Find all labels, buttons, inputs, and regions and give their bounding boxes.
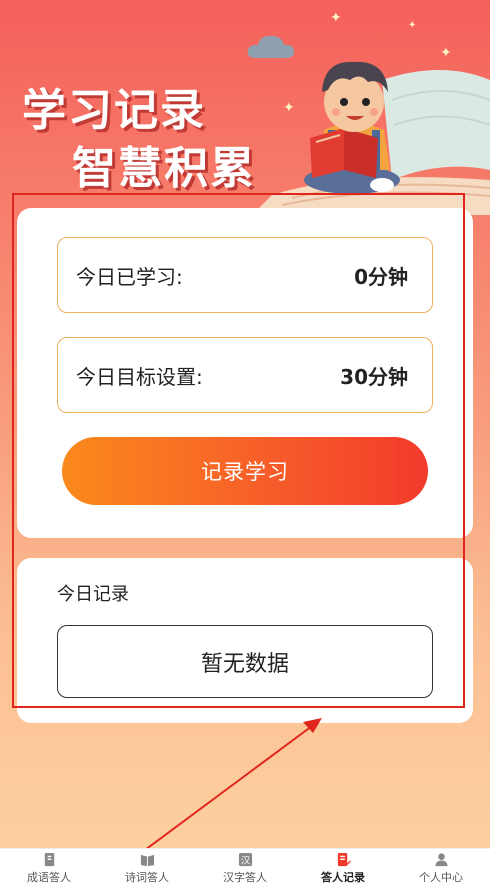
han-char-icon: 汉: [238, 852, 252, 866]
today-studied-label: 今日已学习:: [76, 264, 183, 289]
tab-label: 成语答人: [27, 871, 71, 884]
tab-poetry[interactable]: 诗词答人: [98, 849, 196, 888]
tab-profile[interactable]: 个人中心: [392, 849, 490, 888]
tab-label: 个人中心: [419, 871, 463, 884]
hero-banner: ✦ ✦ ✦ ✦ ✦ 学习记录 智慧积累: [0, 0, 490, 215]
note-edit-icon: [337, 852, 351, 867]
tab-hanzi[interactable]: 汉 汉字答人: [196, 849, 294, 888]
record-study-button[interactable]: 记录学习: [62, 437, 428, 505]
study-stats-card: 今日已学习: 0分钟 今日目标设置: 30分钟 记录学习: [17, 208, 473, 538]
daily-goal-label: 今日目标设置:: [76, 364, 203, 389]
person-icon: [434, 853, 448, 867]
book-icon: [44, 852, 54, 867]
daily-goal-value[interactable]: 30分钟: [340, 361, 408, 390]
tab-records[interactable]: 答人记录: [294, 849, 392, 888]
today-studied-value: 0分钟: [354, 264, 408, 289]
today-log-card: 今日记录 暂无数据: [17, 558, 473, 723]
svg-text:汉: 汉: [240, 855, 250, 866]
daily-goal-field[interactable]: 今日目标设置: 30分钟: [57, 337, 433, 413]
bottom-tab-bar: 成语答人 诗词答人 汉 汉字答人 答人记录 个人中心: [0, 848, 490, 888]
reading-boy-illustration: [252, 61, 490, 215]
hero-title-line1: 学习记录: [22, 85, 206, 136]
tab-label: 诗词答人: [125, 871, 169, 884]
tab-idiom[interactable]: 成语答人: [0, 849, 98, 888]
empty-state: 暂无数据: [57, 625, 433, 698]
today-studied-field: 今日已学习: 0分钟: [57, 237, 433, 313]
tab-label: 汉字答人: [223, 871, 267, 884]
today-log-title: 今日记录: [57, 584, 129, 605]
hero-title-line2: 智慧积累: [72, 143, 256, 194]
tab-label: 答人记录: [321, 871, 365, 884]
open-book-icon: [140, 854, 154, 867]
